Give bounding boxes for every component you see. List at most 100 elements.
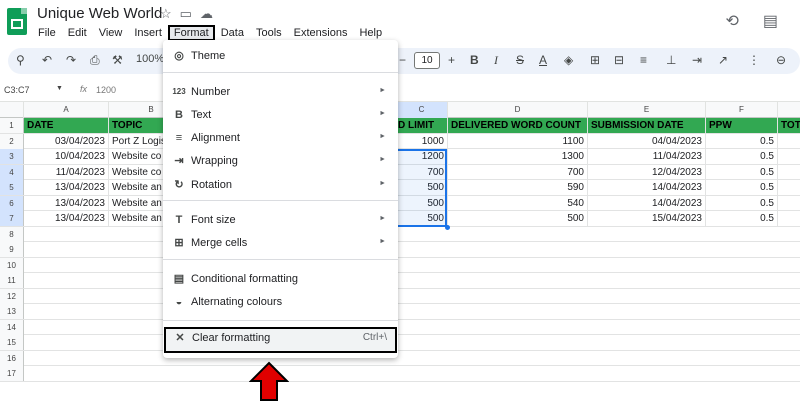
row-number[interactable]: 12 — [0, 288, 24, 304]
cell[interactable]: 14/04/2023 — [588, 180, 706, 195]
cloud-status-icon[interactable]: ☁ — [200, 6, 213, 22]
cell[interactable]: 04/04/2023 — [588, 133, 706, 149]
borders-icon[interactable]: ⊞ — [590, 53, 600, 67]
row-number[interactable]: 7 — [0, 211, 24, 226]
move-folder-icon[interactable]: ▭ — [180, 6, 192, 22]
cell[interactable]: 11/04/2023 — [24, 164, 109, 180]
name-box[interactable]: C3:C7 — [4, 85, 30, 95]
row-number[interactable]: 1 — [0, 118, 24, 133]
col-header-e[interactable]: E — [588, 102, 706, 118]
menu-data[interactable]: Data — [215, 25, 250, 41]
fill-color-icon[interactable]: ◈ — [564, 53, 573, 67]
print-icon[interactable]: ⎙ — [90, 53, 100, 68]
col-header-a[interactable]: A — [24, 102, 109, 118]
merge-icon[interactable]: ⊟ — [614, 53, 624, 67]
header-cell-total[interactable]: TOT — [778, 118, 800, 133]
row-number[interactable]: 11 — [0, 273, 24, 288]
cell[interactable]: 540 — [448, 195, 588, 211]
version-history-icon[interactable]: ⟲ — [725, 11, 738, 31]
cell[interactable]: 0.5 — [706, 180, 778, 195]
menu-item-font-size[interactable]: T Font size ► — [163, 209, 398, 231]
row-number[interactable]: 3 — [0, 149, 24, 164]
row-number[interactable]: 5 — [0, 180, 24, 195]
row-number[interactable]: 17 — [0, 366, 24, 381]
menu-view[interactable]: View — [93, 25, 129, 41]
document-title[interactable]: Unique Web World — [37, 5, 162, 22]
header-cell-submission[interactable]: SUBMISSION DATE — [588, 118, 706, 133]
header-cell-delivered[interactable]: DELIVERED WORD COUNT — [448, 118, 588, 133]
header-cell-ppw[interactable]: PPW — [706, 118, 778, 133]
font-size-input[interactable]: 10 — [414, 52, 440, 69]
menu-item-number[interactable]: 123 Number ► — [163, 81, 398, 103]
name-box-caret-icon[interactable]: ▼ — [56, 85, 63, 92]
menu-item-rotation[interactable]: ↻ Rotation ► — [163, 174, 398, 196]
menu-item-clear-formatting[interactable]: ✕ Clear formatting Ctrl+\ — [164, 327, 397, 353]
menu-tools[interactable]: Tools — [250, 25, 288, 41]
cell[interactable]: 11/04/2023 — [588, 149, 706, 164]
cell[interactable]: 10/04/2023 — [24, 149, 109, 164]
cell[interactable]: 13/04/2023 — [24, 211, 109, 226]
cell[interactable]: 0.5 — [706, 211, 778, 226]
formula-input[interactable]: 1200 — [96, 85, 116, 95]
cell[interactable]: 500 — [448, 211, 588, 226]
paint-format-icon[interactable]: ⚒ — [112, 53, 123, 67]
menu-extensions[interactable]: Extensions — [288, 25, 354, 41]
comments-icon[interactable]: ▤ — [763, 11, 778, 31]
row-number[interactable]: 13 — [0, 304, 24, 319]
cell[interactable]: 13/04/2023 — [24, 180, 109, 195]
cell[interactable]: 13/04/2023 — [24, 195, 109, 211]
select-all-corner[interactable] — [0, 102, 24, 118]
vertical-align-icon[interactable]: ⊥ — [666, 53, 676, 67]
menu-item-theme[interactable]: ◎ Theme — [163, 45, 398, 67]
row-number[interactable]: 8 — [0, 226, 24, 242]
row-number[interactable]: 9 — [0, 242, 24, 257]
menu-help[interactable]: Help — [353, 25, 388, 41]
decrease-font-size-icon[interactable]: − — [399, 53, 406, 67]
row-number[interactable]: 4 — [0, 164, 24, 180]
row-number[interactable]: 10 — [0, 257, 24, 273]
cell[interactable]: 03/04/2023 — [24, 133, 109, 149]
undo-icon[interactable]: ↶ — [42, 53, 52, 67]
insert-link-icon[interactable]: ⊖ — [776, 53, 786, 67]
col-header-d[interactable]: D — [448, 102, 588, 118]
menu-item-alternating-colours[interactable]: ◒ Alternating colours — [163, 291, 398, 313]
menu-item-wrapping[interactable]: ⇥ Wrapping ► — [163, 150, 398, 172]
cell[interactable]: 590 — [448, 180, 588, 195]
increase-font-size-icon[interactable]: + — [448, 53, 455, 67]
more-icon[interactable]: ⋮ — [748, 53, 760, 67]
row-number[interactable]: 6 — [0, 195, 24, 211]
search-menus-icon[interactable]: ⚲ — [16, 53, 25, 67]
cell[interactable]: 14/04/2023 — [588, 195, 706, 211]
menu-item-merge-cells[interactable]: ⊞ Merge cells ► — [163, 232, 398, 254]
text-wrap-icon[interactable]: ⇥ — [692, 53, 702, 67]
menu-item-text[interactable]: B Text ► — [163, 104, 398, 126]
italic-icon[interactable]: I — [494, 53, 498, 68]
cell[interactable]: 0.5 — [706, 164, 778, 180]
menu-format[interactable]: Format — [167, 25, 215, 41]
header-cell-date[interactable]: DATE — [24, 118, 109, 133]
menu-edit[interactable]: Edit — [62, 25, 93, 41]
bold-icon[interactable]: B — [470, 53, 479, 67]
fill-handle[interactable] — [445, 225, 450, 230]
col-header-f[interactable]: F — [706, 102, 778, 118]
cell[interactable]: 1000 — [396, 133, 448, 149]
cell[interactable]: 1100 — [448, 133, 588, 149]
menu-item-conditional-formatting[interactable]: ▤ Conditional formatting — [163, 268, 398, 290]
star-icon[interactable]: ☆ — [160, 6, 172, 22]
menu-item-alignment[interactable]: ≡ Alignment ► — [163, 127, 398, 149]
menu-file[interactable]: File — [32, 25, 62, 41]
cell[interactable]: 1300 — [448, 149, 588, 164]
sheets-logo-icon[interactable] — [7, 8, 27, 35]
cell[interactable]: 0.5 — [706, 149, 778, 164]
zoom-select[interactable]: 100% — [136, 53, 164, 65]
horizontal-align-icon[interactable]: ≡ — [640, 53, 647, 67]
col-header-c[interactable]: C — [396, 102, 448, 118]
cell[interactable]: 15/04/2023 — [588, 211, 706, 226]
row-number[interactable]: 15 — [0, 335, 24, 350]
cell[interactable]: 12/04/2023 — [588, 164, 706, 180]
text-color-icon[interactable]: A — [539, 53, 547, 67]
cell[interactable]: 0.5 — [706, 195, 778, 211]
cell[interactable]: 0.5 — [706, 133, 778, 149]
row-number[interactable]: 2 — [0, 133, 24, 149]
row-number[interactable]: 16 — [0, 350, 24, 366]
